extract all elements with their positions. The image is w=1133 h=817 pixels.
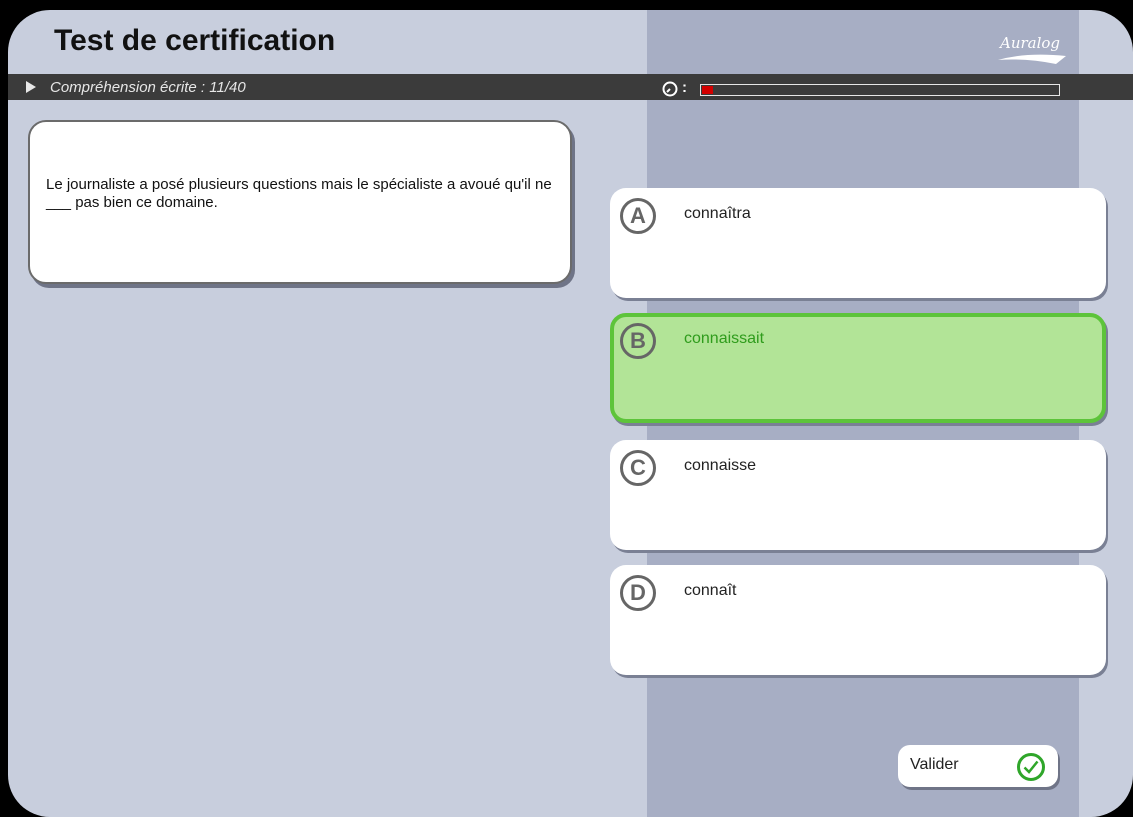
choice-text-a: connaîtra [684, 205, 751, 222]
choice-text-c: connaisse [684, 457, 757, 474]
timer-progress-bar [700, 84, 1060, 96]
question-text: Le journaliste a posé plusieurs question… [46, 176, 552, 211]
choice-text-d: connaît [684, 582, 737, 599]
choice-b[interactable]: B connaissait [610, 313, 1106, 423]
play-arrow-icon [26, 81, 36, 93]
test-window: Test de certification Auralog Compréhens… [8, 10, 1133, 817]
timer-progress-fill [702, 86, 713, 94]
choice-text-b: connaissait [684, 330, 765, 347]
page-title: Test de certification [54, 24, 336, 57]
validate-label: Valider [910, 756, 959, 773]
section-info: Compréhension écrite : 11/40 [8, 74, 586, 100]
choice-a[interactable]: A connaîtra [610, 188, 1106, 298]
section-bar: Compréhension écrite : 11/40 : [8, 74, 1133, 100]
choice-letter-b: B [620, 323, 656, 359]
choice-letter-d: D [620, 575, 656, 611]
choice-letter-a: A [620, 198, 656, 234]
choice-c[interactable]: C connaisse [610, 440, 1106, 550]
choice-d[interactable]: D connaît [610, 565, 1106, 675]
logo-swoosh-icon [998, 54, 1066, 64]
question-card: Le journaliste a posé plusieurs question… [28, 120, 572, 284]
validate-button[interactable]: Valider [898, 745, 1058, 787]
timer-separator: : [682, 79, 687, 96]
section-progress-label: Compréhension écrite : 11/40 [50, 78, 246, 96]
choice-letter-c: C [620, 450, 656, 486]
checkmark-circle-icon [1017, 753, 1045, 781]
clock-icon [662, 81, 678, 97]
